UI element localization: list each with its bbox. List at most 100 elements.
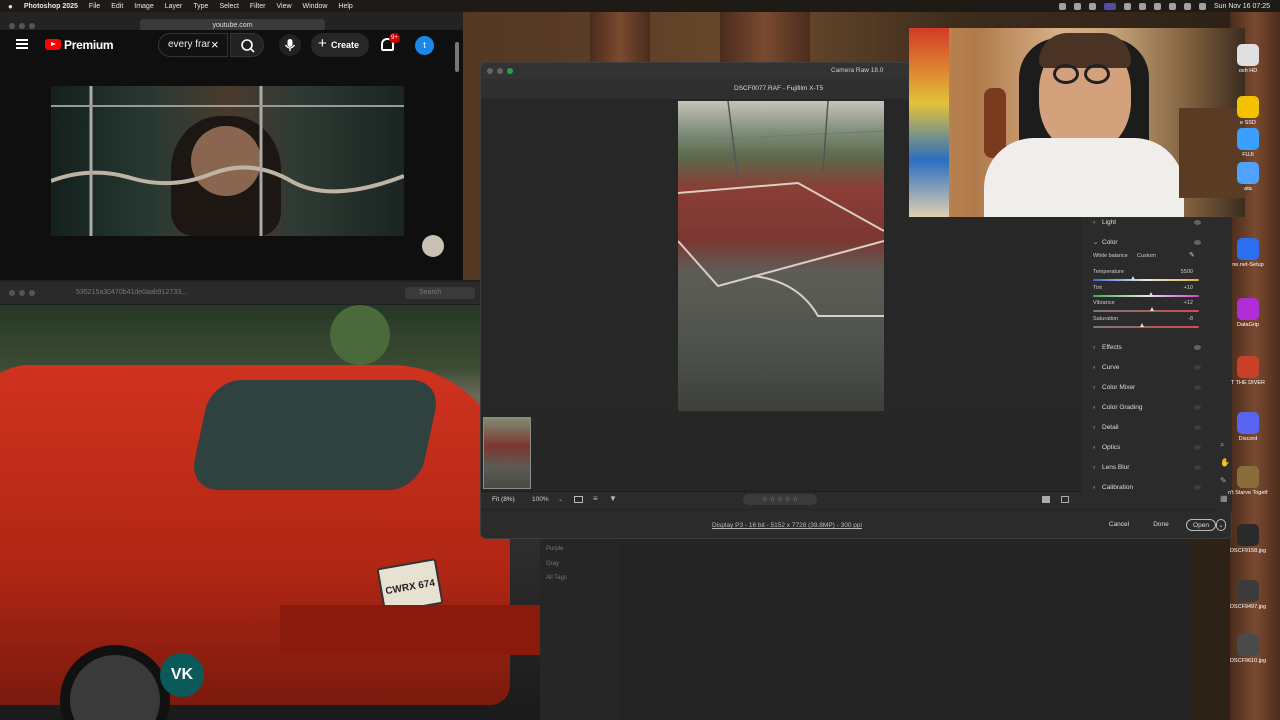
- menu-edit[interactable]: Edit: [111, 3, 123, 10]
- clock[interactable]: Sun Nov 16 07:25: [1214, 3, 1270, 10]
- slider-value[interactable]: +12: [1184, 300, 1193, 306]
- visibility-icon[interactable]: [1194, 240, 1201, 245]
- sort-icon[interactable]: ≡: [593, 494, 598, 503]
- visibility-icon[interactable]: [1194, 425, 1201, 430]
- visibility-icon[interactable]: [1194, 485, 1201, 490]
- minimize-button[interactable]: [497, 68, 503, 74]
- section-light[interactable]: › Light: [1093, 216, 1201, 230]
- menu-help[interactable]: Help: [338, 3, 352, 10]
- desktop-icon[interactable]: n't Starve Together: [1228, 466, 1268, 496]
- compare-view-icon[interactable]: [1061, 496, 1069, 503]
- workflow-options-link[interactable]: Display P3 - 16 bit - 5152 x 7728 (39.8M…: [712, 522, 862, 529]
- filmstrip-thumbnail[interactable]: [483, 417, 531, 489]
- visibility-icon[interactable]: [1194, 365, 1201, 370]
- desktop-icon[interactable]: DSCF9497.jpg: [1228, 580, 1268, 610]
- tag-gray[interactable]: Gray: [546, 561, 559, 567]
- tag-all[interactable]: All Tags: [546, 575, 567, 581]
- white-balance-select[interactable]: Custom: [1137, 253, 1156, 259]
- visibility-icon[interactable]: [1194, 405, 1201, 410]
- visibility-icon[interactable]: [1194, 220, 1201, 225]
- desktop-icon[interactable]: e SSD: [1228, 96, 1268, 126]
- desktop-icon[interactable]: FUJI: [1228, 128, 1268, 158]
- section-optics[interactable]: › Optics: [1093, 441, 1201, 455]
- menu-window[interactable]: Window: [303, 3, 328, 10]
- slider-track[interactable]: [1093, 279, 1199, 281]
- youtube-brand[interactable]: Premium: [64, 38, 114, 52]
- apple-icon[interactable]: ●: [8, 2, 13, 11]
- menu-filter[interactable]: Filter: [250, 3, 266, 10]
- battery-icon[interactable]: [1153, 2, 1161, 10]
- sampler-tool-icon[interactable]: ✎: [1220, 476, 1227, 485]
- zoom-dropdown-icon[interactable]: ⌄: [558, 495, 563, 503]
- open-button[interactable]: Open: [1186, 519, 1216, 531]
- desktop-icon[interactable]: T THE DIVER: [1228, 356, 1268, 386]
- control-center-icon[interactable]: [1198, 2, 1206, 10]
- done-button[interactable]: Done: [1144, 519, 1178, 531]
- desktop-icon[interactable]: DSCF9158.jpg: [1228, 524, 1268, 554]
- menu-app-name[interactable]: Photoshop 2025: [24, 3, 78, 10]
- bluetooth-icon[interactable]: [1138, 2, 1146, 10]
- close-button[interactable]: [487, 68, 493, 74]
- section-lens-blur[interactable]: › Lens Blur: [1093, 461, 1201, 475]
- slider-value[interactable]: 5500: [1181, 269, 1193, 275]
- visibility-icon[interactable]: [1194, 445, 1201, 450]
- zoom-button[interactable]: [29, 23, 35, 29]
- section-color-mixer[interactable]: › Color Mixer: [1093, 381, 1201, 395]
- minimize-button[interactable]: [19, 290, 25, 296]
- slider-track[interactable]: [1093, 310, 1199, 312]
- section-calibration[interactable]: › Calibration: [1093, 481, 1201, 495]
- slider-vibrance[interactable]: Vibrance +12: [1093, 300, 1199, 312]
- white-balance-row[interactable]: White balance Custom ✎: [1093, 252, 1199, 259]
- status-icon[interactable]: [1088, 2, 1096, 10]
- status-icon[interactable]: [1073, 2, 1081, 10]
- visibility-icon[interactable]: [1194, 465, 1201, 470]
- status-icon[interactable]: [1123, 2, 1131, 10]
- create-button[interactable]: Create: [311, 32, 369, 57]
- section-color-grading[interactable]: › Color Grading: [1093, 401, 1201, 415]
- clear-search-icon[interactable]: ×: [211, 37, 219, 52]
- channel-watermark[interactable]: [422, 235, 444, 257]
- desktop-icon[interactable]: ne.net-Setup: [1228, 238, 1268, 268]
- menu-layer[interactable]: Layer: [165, 3, 183, 10]
- section-detail[interactable]: › Detail: [1093, 421, 1201, 435]
- section-color[interactable]: ⌄ Color: [1093, 236, 1201, 250]
- slider-track[interactable]: [1093, 294, 1199, 297]
- video-player[interactable]: [51, 86, 404, 236]
- search-button[interactable]: [230, 33, 264, 57]
- slider-handle[interactable]: [1148, 291, 1153, 296]
- slider-saturation[interactable]: Saturation -8: [1093, 316, 1199, 328]
- visibility-icon[interactable]: [1194, 385, 1201, 390]
- close-button[interactable]: [9, 290, 15, 296]
- open-options-icon[interactable]: ⌄: [1216, 519, 1226, 531]
- filter-icon[interactable]: ▼: [609, 494, 617, 503]
- wifi-icon[interactable]: [1168, 2, 1176, 10]
- visibility-icon[interactable]: [1194, 345, 1201, 350]
- slider-temperature[interactable]: Temperature 5500: [1093, 269, 1199, 281]
- close-button[interactable]: [9, 23, 15, 29]
- desktop-icon[interactable]: ata: [1228, 162, 1268, 192]
- slider-tint[interactable]: Tint +10: [1093, 285, 1199, 297]
- zoom-tool-icon[interactable]: ⌕: [1220, 440, 1224, 450]
- cancel-button[interactable]: Cancel: [1101, 519, 1137, 531]
- menu-select[interactable]: Select: [219, 3, 238, 10]
- menu-file[interactable]: File: [89, 3, 100, 10]
- slider-track[interactable]: [1093, 325, 1199, 328]
- menu-type[interactable]: Type: [193, 3, 208, 10]
- youtube-logo-icon[interactable]: [45, 39, 61, 50]
- minimize-button[interactable]: [19, 23, 25, 29]
- desktop-icon[interactable]: Discord: [1228, 412, 1268, 442]
- before-after-icon[interactable]: [574, 496, 583, 503]
- scrollbar[interactable]: [455, 42, 459, 72]
- zoom-button[interactable]: [29, 290, 35, 296]
- rating-stars[interactable]: ☆ ☆ ☆ ☆ ☆: [743, 494, 817, 505]
- tag-purple[interactable]: Purple: [546, 546, 563, 552]
- menu-image[interactable]: Image: [134, 3, 153, 10]
- slider-handle[interactable]: [1149, 307, 1154, 311]
- desktop-icon[interactable]: DSCF9610.jpg: [1228, 634, 1268, 664]
- status-icon[interactable]: [1058, 2, 1066, 10]
- menu-view[interactable]: View: [276, 3, 291, 10]
- search-icon[interactable]: [1183, 2, 1191, 10]
- zoom-button[interactable]: [507, 68, 513, 74]
- section-curve[interactable]: › Curve: [1093, 361, 1201, 375]
- avatar[interactable]: t: [415, 36, 434, 55]
